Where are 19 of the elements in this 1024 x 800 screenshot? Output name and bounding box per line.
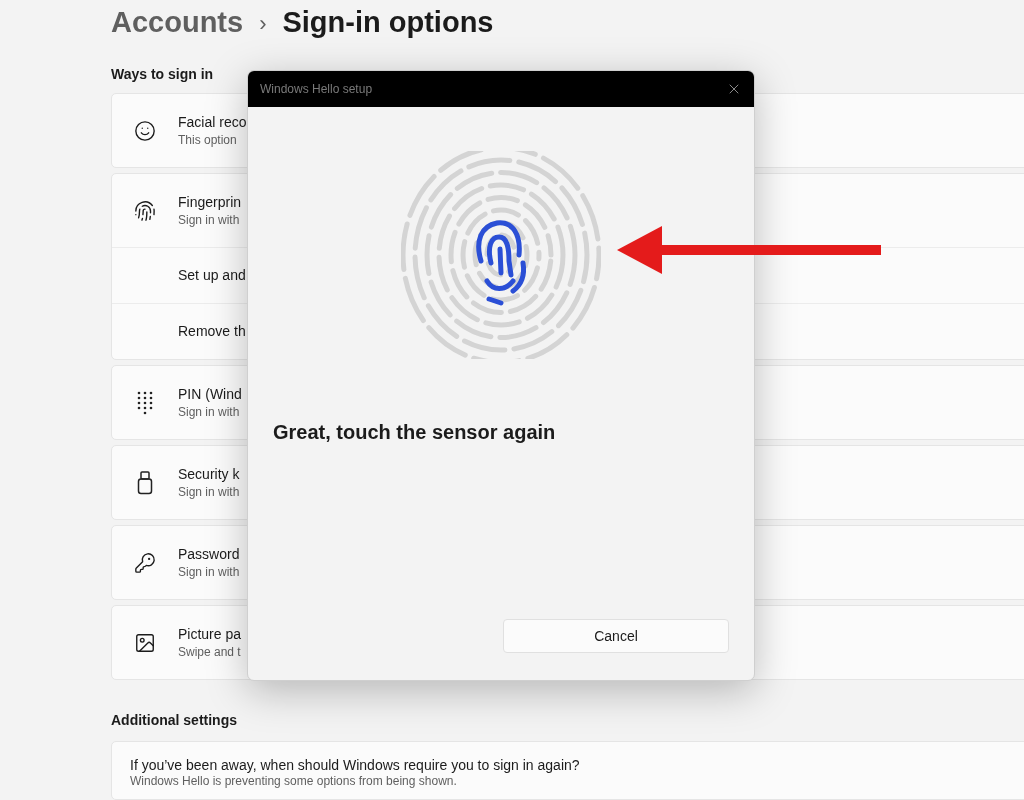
setting-note: Windows Hello is preventing some options from being shown.: [130, 774, 458, 789]
option-subtitle: Swipe and t: [178, 644, 242, 660]
dialog-message: Great, touch the sensor again: [273, 420, 557, 445]
option-title: Facial reco: [178, 113, 247, 132]
option-subtitle: Sign in with: [178, 564, 240, 580]
option-title: Password: [178, 545, 240, 564]
option-title: Fingerprin: [178, 193, 242, 212]
option-title: Picture pa: [178, 625, 242, 644]
breadcrumb-separator: ›: [259, 9, 267, 38]
option-title: Security k: [178, 465, 240, 484]
option-subtitle: Sign in with: [178, 484, 240, 500]
option-title: PIN (Wind: [178, 385, 242, 404]
setting-question: If you’ve been away, when should Windows require you to sign in again?: [130, 756, 581, 774]
section-heading: Additional settings: [111, 711, 238, 730]
option-subtitle: Sign in with: [178, 404, 241, 420]
option-subtitle: Sign in with: [178, 212, 241, 228]
option-subtitle: This option: [178, 132, 238, 148]
section-heading: Ways to sign in: [111, 65, 215, 84]
page-title: Sign-in options: [282, 5, 494, 41]
